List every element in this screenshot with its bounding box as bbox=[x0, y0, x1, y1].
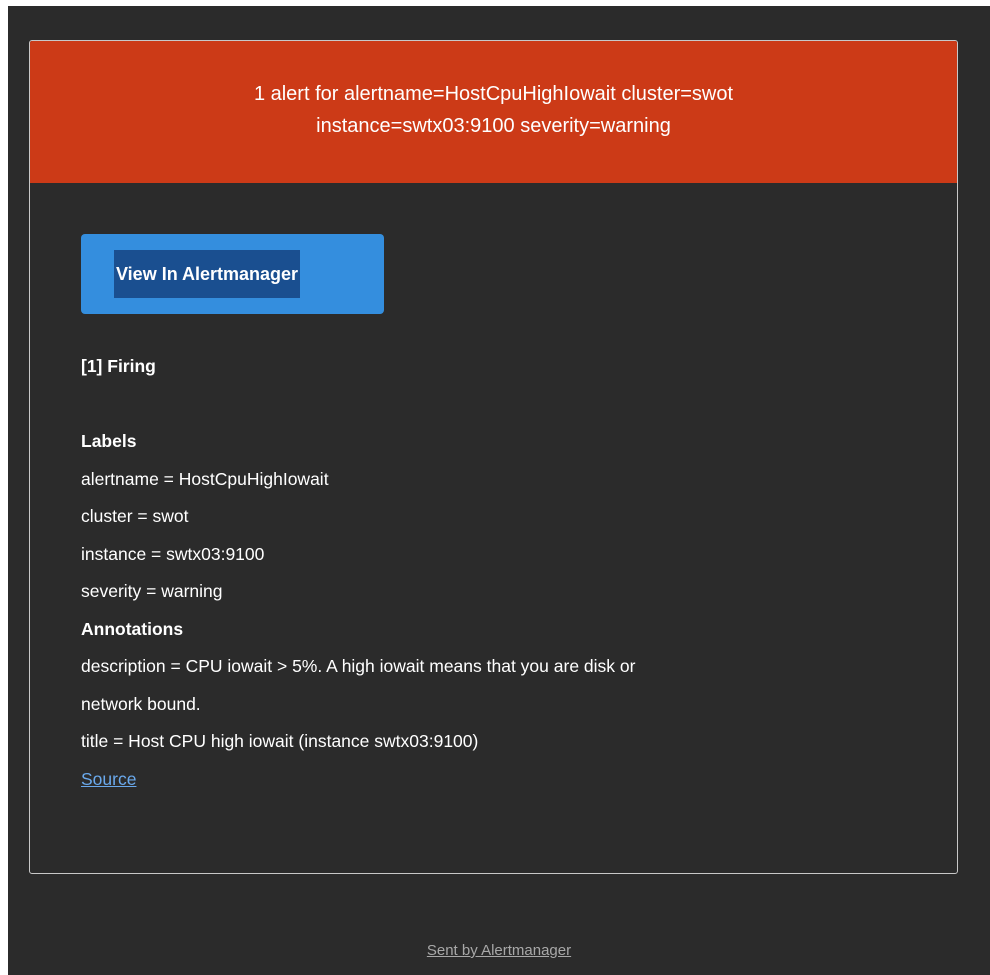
alert-header: 1 alert for alertname=HostCpuHighIowait … bbox=[30, 41, 957, 183]
annotation-description-line-1: description = CPU iowait > 5%. A high io… bbox=[81, 656, 636, 676]
annotations-heading: Annotations bbox=[81, 618, 184, 639]
label-instance: instance = swtx03:9100 bbox=[81, 543, 265, 564]
alert-header-line-2: instance=swtx03:9100 severity=warning bbox=[316, 115, 671, 137]
labels-heading: Labels bbox=[81, 431, 137, 451]
footer: Sent by Alertmanager bbox=[8, 942, 990, 959]
annotation-description-line-2: network bound. bbox=[81, 693, 201, 714]
source-link[interactable]: Source bbox=[81, 769, 136, 789]
alert-header-line-1: 1 alert for alertname=HostCpuHighIowait … bbox=[253, 83, 734, 105]
view-in-alertmanager-label[interactable]: View In Alertmanager bbox=[114, 250, 301, 298]
sent-by-alertmanager-link[interactable]: Sent by Alertmanager bbox=[427, 942, 571, 959]
label-severity: severity = warning bbox=[81, 581, 223, 601]
firing-heading: [1] Firing bbox=[81, 356, 156, 376]
label-alertname: alertname = HostCpuHighIowait bbox=[81, 468, 329, 489]
email-page: 1 alert for alertname=HostCpuHighIowait … bbox=[8, 6, 990, 975]
alert-details: Labels alertname = HostCpuHighIowait clu… bbox=[81, 423, 881, 798]
source-row: Source bbox=[81, 761, 881, 799]
annotation-title: title = Host CPU high iowait (instance s… bbox=[81, 731, 479, 751]
label-cluster: cluster = swot bbox=[81, 506, 189, 526]
alert-card: 1 alert for alertname=HostCpuHighIowait … bbox=[29, 40, 958, 874]
view-in-alertmanager-button[interactable]: View In Alertmanager bbox=[81, 234, 384, 314]
